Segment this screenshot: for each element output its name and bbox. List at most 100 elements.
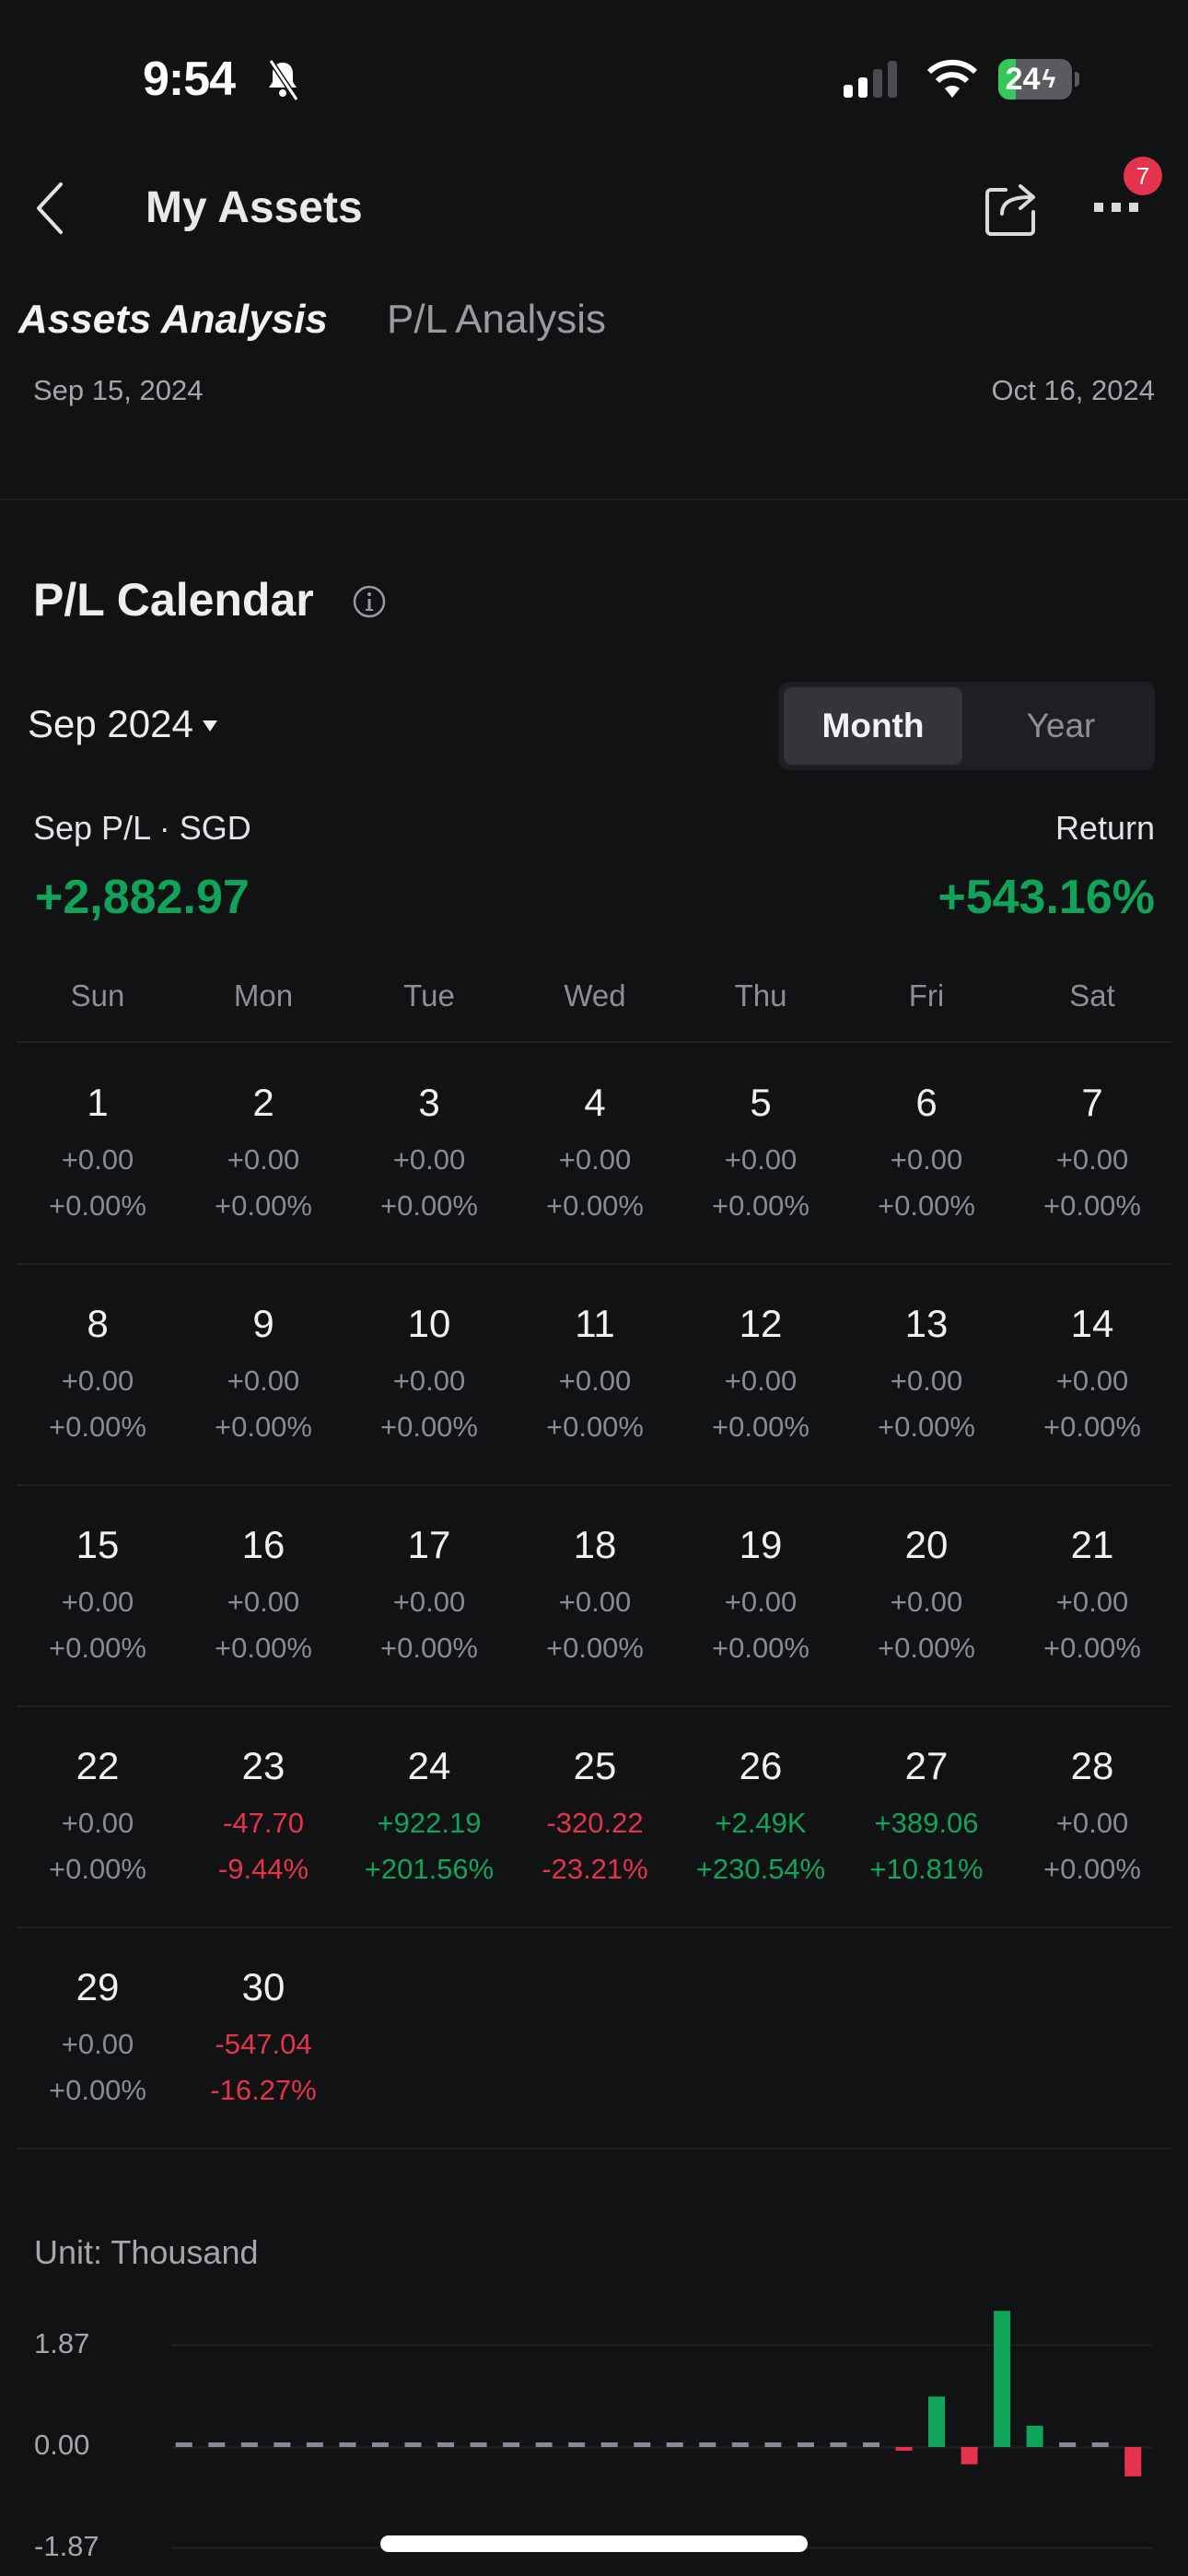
bar-flat xyxy=(371,2442,389,2447)
toggle-month[interactable]: Month xyxy=(784,687,962,765)
calendar-day-cell[interactable]: 6 +0.00 +0.00% xyxy=(844,1077,1009,1223)
bar-flat xyxy=(600,2442,618,2447)
more-dot xyxy=(1094,203,1103,212)
calendar-day-cell[interactable]: 8 +0.00 +0.00% xyxy=(15,1298,181,1444)
day-return-pct: +0.00% xyxy=(214,1189,312,1222)
bar-flat xyxy=(274,2442,291,2447)
more-dot xyxy=(1112,203,1121,212)
day-return-pct: +0.00% xyxy=(48,2074,146,2106)
day-return-pct: +201.56% xyxy=(364,1853,495,1885)
wifi-icon xyxy=(926,59,978,98)
calendar-day-cell[interactable]: 24 +922.19 +201.56% xyxy=(346,1740,512,1886)
day-pl-value: +0.00 xyxy=(1055,1586,1129,1618)
calendar-day-cell[interactable]: 2 +0.00 +0.00% xyxy=(181,1077,346,1223)
day-pl-value: +0.00 xyxy=(558,1364,632,1397)
calendar-day-cell[interactable]: 17 +0.00 +0.00% xyxy=(346,1519,512,1665)
calendar-day-cell[interactable]: 10 +0.00 +0.00% xyxy=(346,1298,512,1444)
calendar-day-cell[interactable]: 29 +0.00 +0.00% xyxy=(15,1961,181,2107)
day-pl-value: +0.00 xyxy=(724,1586,798,1618)
day-number: 4 xyxy=(584,1081,606,1124)
more-options-button[interactable] xyxy=(1094,193,1149,221)
calendar-day-cell[interactable]: 22 +0.00 +0.00% xyxy=(15,1740,181,1886)
calendar-day-cell[interactable]: 11 +0.00 +0.00% xyxy=(512,1298,678,1444)
weekday-label: Wed xyxy=(564,978,626,1013)
calendar-day-cell[interactable]: 26 +2.49K +230.54% xyxy=(678,1740,844,1886)
day-pl-value: +0.00 xyxy=(558,1143,632,1176)
day-number: 5 xyxy=(750,1081,772,1124)
calendar-day-cell[interactable]: 19 +0.00 +0.00% xyxy=(678,1519,844,1665)
day-pl-value: +0.00 xyxy=(392,1143,466,1176)
day-pl-value: +0.00 xyxy=(392,1586,466,1618)
bar-flat xyxy=(1059,2442,1077,2447)
calendar-day-cell[interactable]: 5 +0.00 +0.00% xyxy=(678,1077,844,1223)
day-pl-value: +0.00 xyxy=(558,1586,632,1618)
cellular-signal-icon xyxy=(844,61,897,98)
calendar-day-cell[interactable]: 1 +0.00 +0.00% xyxy=(15,1077,181,1223)
day-pl-value: +2.49K xyxy=(715,1807,807,1839)
day-return-pct: +0.00% xyxy=(48,1411,146,1443)
calendar-day-cell[interactable]: 16 +0.00 +0.00% xyxy=(181,1519,346,1665)
calendar-day-cell[interactable]: 9 +0.00 +0.00% xyxy=(181,1298,346,1444)
day-pl-value: +0.00 xyxy=(227,1586,300,1618)
day-return-pct: -16.27% xyxy=(210,2074,317,2106)
calendar-day-cell[interactable]: 15 +0.00 +0.00% xyxy=(15,1519,181,1665)
share-icon[interactable] xyxy=(984,181,1041,238)
tab-pl-analysis[interactable]: P/L Analysis xyxy=(387,297,606,343)
day-pl-value: +0.00 xyxy=(890,1143,963,1176)
day-number: 15 xyxy=(76,1523,120,1566)
month-pl-label: Sep P/L · SGD xyxy=(33,809,251,847)
day-return-pct: +0.00% xyxy=(877,1189,975,1222)
calendar-day-cell[interactable]: 28 +0.00 +0.00% xyxy=(1009,1740,1175,1886)
info-circle-icon[interactable] xyxy=(352,584,387,619)
weekday-label: Sun xyxy=(70,978,125,1013)
day-pl-value: -320.22 xyxy=(546,1807,644,1839)
bar-flat xyxy=(175,2442,192,2447)
row-divider xyxy=(17,1484,1171,1486)
calendar-day-cell[interactable]: 13 +0.00 +0.00% xyxy=(844,1298,1009,1444)
day-pl-value: +0.00 xyxy=(61,2028,134,2060)
bar-negative xyxy=(895,2447,913,2451)
calendar-day-cell[interactable]: 25 -320.22 -23.21% xyxy=(512,1740,678,1886)
calendar-day-cell[interactable]: 27 +389.06 +10.81% xyxy=(844,1740,1009,1886)
calendar-day-cell[interactable]: 18 +0.00 +0.00% xyxy=(512,1519,678,1665)
month-selector[interactable]: Sep 2024 xyxy=(28,702,217,746)
day-number: 24 xyxy=(407,1744,451,1787)
calendar-day-cell[interactable]: 4 +0.00 +0.00% xyxy=(512,1077,678,1223)
home-indicator[interactable] xyxy=(380,2535,808,2552)
calendar-day-cell[interactable]: 12 +0.00 +0.00% xyxy=(678,1298,844,1444)
calendar-day-cell[interactable]: 3 +0.00 +0.00% xyxy=(346,1077,512,1223)
bar-flat xyxy=(666,2442,683,2447)
day-number: 1 xyxy=(87,1081,109,1124)
toggle-year[interactable]: Year xyxy=(972,687,1150,765)
calendar-day-cell[interactable]: 14 +0.00 +0.00% xyxy=(1009,1298,1175,1444)
battery-indicator: 24 ϟ xyxy=(998,59,1072,100)
bolt-icon: ϟ xyxy=(1042,64,1056,93)
weekday-label: Fri xyxy=(908,978,945,1013)
bar-negative xyxy=(961,2447,978,2465)
section-divider xyxy=(0,498,1188,500)
bar-flat xyxy=(437,2442,455,2447)
return-value: +543.16% xyxy=(938,871,1155,924)
bar-positive xyxy=(1026,2425,1043,2447)
day-return-pct: +0.00% xyxy=(711,1411,809,1443)
day-pl-value: +0.00 xyxy=(1055,1143,1129,1176)
calendar-day-cell[interactable]: 21 +0.00 +0.00% xyxy=(1009,1519,1175,1665)
day-return-pct: -23.21% xyxy=(542,1853,648,1885)
day-return-pct: +0.00% xyxy=(379,1632,478,1664)
tab-assets-analysis[interactable]: Assets Analysis xyxy=(13,297,328,350)
chevron-left-icon[interactable] xyxy=(31,181,68,236)
notification-badge: 7 xyxy=(1124,157,1162,195)
day-number: 30 xyxy=(241,1965,285,2008)
calendar-day-cell[interactable]: 7 +0.00 +0.00% xyxy=(1009,1077,1175,1223)
bar-flat xyxy=(699,2442,716,2447)
date-range-end: Oct 16, 2024 xyxy=(991,374,1155,406)
day-pl-value: +0.00 xyxy=(890,1364,963,1397)
weekday-label: Sat xyxy=(1069,978,1115,1013)
calendar-day-cell[interactable]: 23 -47.70 -9.44% xyxy=(181,1740,346,1886)
day-return-pct: +0.00% xyxy=(379,1411,478,1443)
bar-flat xyxy=(731,2442,749,2447)
day-number: 25 xyxy=(573,1744,617,1787)
calendar-day-cell[interactable]: 20 +0.00 +0.00% xyxy=(844,1519,1009,1665)
calendar-day-cell[interactable]: 30 -547.04 -16.27% xyxy=(181,1961,346,2107)
day-return-pct: +0.00% xyxy=(1042,1189,1141,1222)
